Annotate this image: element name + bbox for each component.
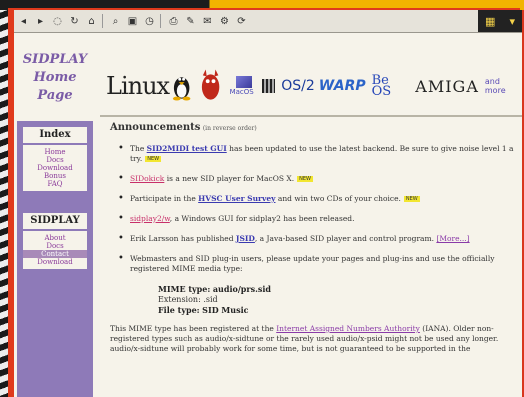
- foot-text: This MIME type has been registered at th…: [110, 324, 277, 333]
- sidplay2w-link[interactable]: sidplay2/w: [130, 214, 170, 223]
- sidebar-item-faq[interactable]: FAQ: [23, 180, 87, 188]
- item-text: , a Windows GUI for sidplay2 has been re…: [169, 214, 355, 223]
- announcements-subtitle: (in reverse order): [202, 125, 257, 132]
- stop-icon[interactable]: ◌: [50, 14, 65, 29]
- item-text: Participate in the: [130, 194, 199, 203]
- item-text: , a Java-based SID player and control pr…: [254, 234, 437, 243]
- sidebar-item-contact[interactable]: Contact: [23, 250, 87, 258]
- logo-line3: Page: [37, 88, 73, 103]
- sidebar-index-title: Index: [23, 127, 87, 143]
- new-badge: NEW: [403, 196, 420, 202]
- sidebar-item-docs[interactable]: Docs: [23, 156, 87, 164]
- more-platforms-link[interactable]: and more: [485, 77, 522, 95]
- extension-label: Extension:: [158, 295, 201, 304]
- item-text: and win two CDs of your choice.: [275, 194, 401, 203]
- search-icon[interactable]: ⌕: [108, 14, 123, 29]
- sidebar-item-about[interactable]: About: [23, 234, 87, 242]
- bookmark-icon[interactable]: ▣: [125, 14, 140, 29]
- sidebar: Index Home Docs Download Bonus FAQ SIDPL…: [17, 121, 93, 397]
- file-type-value: SID Music: [202, 305, 249, 315]
- settings-icon[interactable]: ⚙: [217, 14, 232, 29]
- logo-line2: Home: [33, 70, 77, 85]
- window-menu-icon[interactable]: ▾: [509, 15, 515, 28]
- item-text: Erik Larsson has published: [130, 234, 236, 243]
- macos-label: MacOS: [229, 88, 254, 96]
- sidebar-index-links: Home Docs Download Bonus FAQ: [23, 145, 87, 191]
- macos-icon: [235, 76, 252, 88]
- announcement-list: The SID2MIDI test GUI has been updated t…: [118, 144, 520, 274]
- sidebar-item-sidplay-download[interactable]: Download: [23, 258, 87, 266]
- sidebar-item-bonus[interactable]: Bonus: [23, 172, 87, 180]
- site-logo[interactable]: SIDPLAY Home Page: [17, 41, 93, 133]
- announcements-title: Announcements: [110, 122, 201, 133]
- more-link[interactable]: [More...]: [436, 234, 469, 243]
- hvsc-survey-link[interactable]: HVSC User Survey: [198, 194, 275, 203]
- footer-paragraph: This MIME type has been registered at th…: [110, 324, 520, 354]
- sidebar-sidplay-links: About Docs Contact Download: [23, 231, 87, 269]
- sidebar-item-sidplay-docs[interactable]: Docs: [23, 242, 87, 250]
- mime-type-value: audio/prs.sid: [212, 284, 271, 294]
- linux-logo[interactable]: Linux: [106, 72, 170, 100]
- file-type-label: File type:: [158, 305, 200, 315]
- warp-label[interactable]: WARP: [319, 78, 366, 94]
- edit-icon[interactable]: ✎: [183, 14, 198, 29]
- announcements-heading: Announcements (in reverse order): [110, 123, 520, 134]
- window-controls: ▦ ▾: [478, 10, 522, 32]
- jsid-link[interactable]: JSID: [236, 234, 255, 243]
- mime-info: MIME type: audio/prs.sid Extension: .sid…: [158, 284, 520, 316]
- browser-toolbar: ◂ ▸ ◌ ↻ ⌂ ⌕ ▣ ◷ ⎙ ✎ ✉ ⚙ ⟳ ▦ ▾: [14, 10, 522, 33]
- web-page: SIDPLAY Home Page Linux MacOS OS/2 WARP …: [14, 33, 522, 397]
- logo-text: SIDPLAY Home Page: [17, 41, 93, 105]
- iana-link[interactable]: Internet Assigned Numbers Authority: [276, 324, 420, 333]
- print-icon[interactable]: ⎙: [166, 14, 181, 29]
- logo-line1: SIDPLAY: [22, 52, 88, 67]
- reload-icon[interactable]: ↻: [67, 14, 82, 29]
- header-divider: [100, 115, 522, 117]
- item-text: is a new SID player for MacOS X.: [164, 174, 295, 183]
- list-item: Participate in the HVSC User Survey and …: [118, 194, 520, 204]
- new-badge: NEW: [145, 156, 162, 162]
- toolbar-separator: [102, 14, 103, 28]
- main-content: Announcements (in reverse order) The SID…: [110, 123, 520, 397]
- browser-window: ◂ ▸ ◌ ↻ ⌂ ⌕ ▣ ◷ ⎙ ✎ ✉ ⚙ ⟳ ▦ ▾ SIDPLAY Ho…: [14, 10, 522, 397]
- list-item: Erik Larsson has published JSID, a Java-…: [118, 234, 520, 244]
- item-text: Webmasters and SID plug-in users, please…: [130, 254, 495, 273]
- history-icon[interactable]: ◷: [142, 14, 157, 29]
- bsd-daemon-icon: [202, 69, 220, 100]
- sidebar-item-home[interactable]: Home: [23, 148, 87, 156]
- list-item: SIDokick is a new SID player for MacOS X…: [118, 174, 520, 184]
- sidebar-sidplay-title: SIDPLAY: [23, 213, 87, 229]
- tux-penguin-icon: [173, 77, 191, 101]
- new-badge: NEW: [297, 176, 313, 182]
- os2-label[interactable]: OS/2: [281, 78, 315, 94]
- sidebar-item-download[interactable]: Download: [23, 164, 87, 172]
- beos-logo[interactable]: Be OS: [372, 74, 412, 98]
- macos-logo[interactable]: MacOS: [230, 76, 258, 96]
- back-icon[interactable]: ◂: [16, 14, 31, 29]
- list-item: Webmasters and SID plug-in users, please…: [118, 254, 520, 274]
- forward-icon[interactable]: ▸: [33, 14, 48, 29]
- platform-banner: Linux MacOS OS/2 WARP Be OS AMIGA and mo…: [106, 61, 522, 111]
- extension-value: .sid: [203, 295, 218, 304]
- mime-type-label: MIME type:: [158, 284, 211, 294]
- window-icon[interactable]: ▦: [485, 15, 495, 28]
- toolbar-separator: [160, 14, 161, 28]
- list-item: The SID2MIDI test GUI has been updated t…: [118, 144, 520, 164]
- list-item: sidplay2/w, a Windows GUI for sidplay2 h…: [118, 214, 520, 224]
- sid2midi-link[interactable]: SID2MIDI test GUI: [147, 144, 227, 153]
- home-icon[interactable]: ⌂: [84, 14, 99, 29]
- sidokick-link[interactable]: SIDokick: [130, 174, 164, 183]
- mail-icon[interactable]: ✉: [200, 14, 215, 29]
- refresh-icon[interactable]: ⟳: [234, 14, 249, 29]
- amiga-logo[interactable]: AMIGA: [415, 77, 479, 96]
- item-text: The: [130, 144, 147, 153]
- windows-grid-icon: [261, 79, 276, 93]
